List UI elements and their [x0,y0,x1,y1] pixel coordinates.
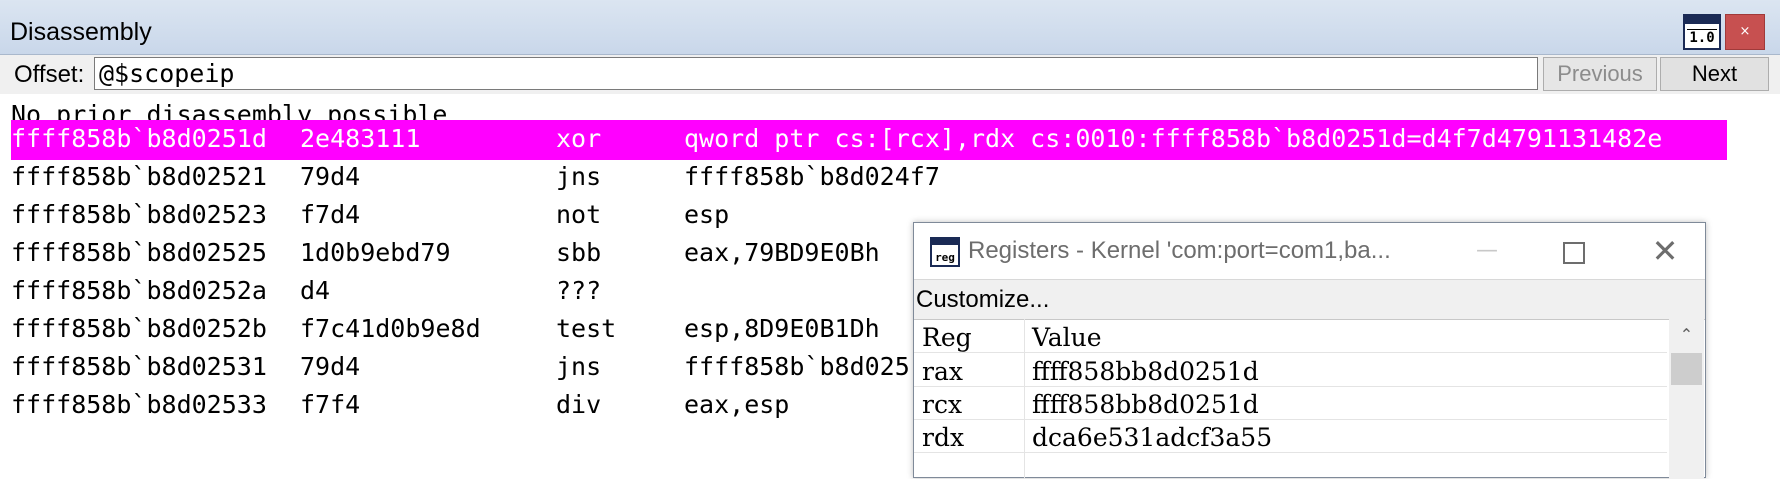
registers-toolbar: Customize... [914,279,1705,320]
window-title: Disassembly [10,18,152,46]
registers-table[interactable]: Reg Value rax ffff858bb8d0251d rcx ffff858b… [914,319,1667,479]
instruction-operands: ffff858b`b8d024f7 [684,162,940,191]
register-value[interactable]: dca6e531adcf3a55 [1032,423,1272,452]
instruction-address: ffff858b`b8d0252b [11,314,267,343]
maximize-icon [1563,242,1585,264]
registers-icon: reg [930,237,960,267]
instruction-bytes: f7c41d0b9e8d [300,314,481,343]
instruction-bytes: 79d4 [300,352,361,381]
registers-title-bar[interactable]: reg Registers - Kernel 'com:port=com1,ba… [914,223,1705,279]
register-name: rdx [922,423,965,452]
instruction-bytes: f7d4 [300,200,361,229]
instruction-bytes: 1d0b9ebd79 [300,238,451,267]
instruction-operands: eax,79BD9E0Bh [684,238,880,267]
instruction-opcode: test [556,314,617,343]
registers-header: Reg Value [914,319,1667,353]
close-button[interactable]: × [1725,14,1765,50]
instruction-operands: eax,esp [684,390,790,419]
instruction-opcode: ??? [556,276,602,305]
minimize-button[interactable]: — [1462,231,1512,271]
registers-icon-bar [932,239,958,245]
customize-button[interactable]: Customize... [916,286,1049,314]
instruction-bytes: f7f4 [300,390,361,419]
current-instruction-row[interactable]: ffff858b`b8d0251d 2e483111 xor qword ptr cs… [0,120,1780,160]
register-row[interactable]: rcx ffff858bb8d0251d [914,386,1667,420]
scroll-thumb[interactable] [1671,353,1702,385]
scroll-up-icon[interactable]: ⌃ [1669,319,1704,351]
registers-title: Registers - Kernel 'com:port=com1,ba... [968,237,1391,264]
previous-button[interactable]: Previous [1543,57,1657,91]
register-name: rcx [922,390,963,419]
title-bar: Disassembly 1.0 × [0,0,1780,55]
instruction-address: ffff858b`b8d0251d [11,124,267,153]
maximize-button[interactable] [1549,231,1599,271]
register-name: rax [922,357,963,386]
register-value[interactable]: ffff858bb8d0251d [1032,390,1259,419]
instruction-bytes: 2e483111 [300,124,421,153]
registers-window[interactable]: reg Registers - Kernel 'com:port=com1,ba… [913,222,1706,479]
register-row[interactable]: rdx dca6e531adcf3a55 [914,419,1667,453]
registers-scrollbar[interactable]: ⌃ [1669,319,1704,479]
instruction-operands: qword ptr cs:[rcx],rdx cs:0010:ffff858b`… [684,124,1663,153]
column-header-reg[interactable]: Reg [922,323,972,352]
offset-input[interactable]: @$scopeip [94,57,1538,90]
instruction-opcode: xor [556,124,602,153]
instruction-row[interactable]: ffff858b`b8d02521 79d4 jns ffff858b`b8d024f… [0,158,1780,198]
instruction-address: ffff858b`b8d0252a [11,276,267,305]
instruction-opcode: not [556,200,602,229]
register-row[interactable]: rax ffff858bb8d0251d [914,353,1667,387]
offset-label: Offset: [14,61,85,88]
app-icon[interactable]: 1.0 [1683,14,1721,50]
next-button[interactable]: Next [1660,57,1769,91]
instruction-address: ffff858b`b8d02533 [11,390,267,419]
offset-toolbar: Offset: @$scopeip Previous Next [0,55,1780,94]
instruction-opcode: jns [556,352,602,381]
registers-close-button[interactable]: ✕ [1640,231,1690,271]
column-header-value[interactable]: Value [1032,323,1102,352]
app-icon-text: 1.0 [1687,29,1717,46]
instruction-opcode: jns [556,162,602,191]
instruction-operands: ffff858b`b8d025 [684,352,910,381]
instruction-operands: esp,8D9E0B1Dh [684,314,880,343]
instruction-operands: esp [684,200,730,229]
registers-icon-text: reg [935,251,955,264]
instruction-bytes: 79d4 [300,162,361,191]
app-icon-bar [1685,16,1719,24]
instruction-opcode: sbb [556,238,602,267]
instruction-address: ffff858b`b8d02523 [11,200,267,229]
register-value[interactable]: ffff858bb8d0251d [1032,357,1259,386]
instruction-bytes: d4 [300,276,331,305]
instruction-opcode: div [556,390,602,419]
instruction-address: ffff858b`b8d02521 [11,162,267,191]
instruction-address: ffff858b`b8d02525 [11,238,267,267]
instruction-address: ffff858b`b8d02531 [11,352,267,381]
